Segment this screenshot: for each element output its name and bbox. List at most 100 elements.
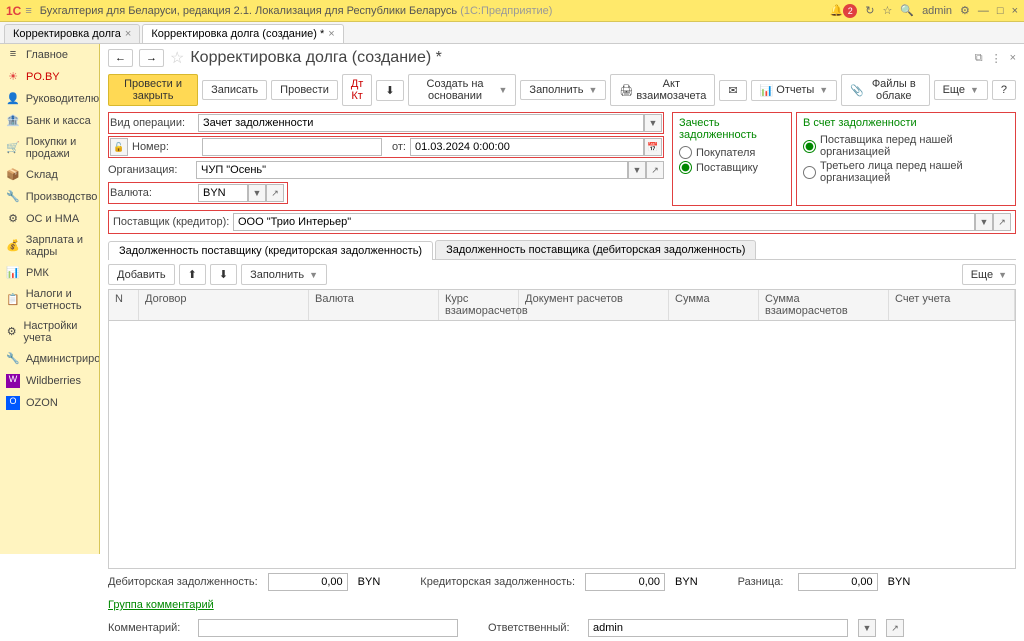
comment-group-link[interactable]: Группа комментарий [108, 599, 214, 611]
sidebar-item-wb[interactable]: WWildberries [0, 370, 99, 392]
sidebar-item-production[interactable]: 🔧Производство [0, 186, 99, 208]
sidebar-item-poby[interactable]: ☀PO.BY [0, 66, 99, 88]
sidebar-item-bank[interactable]: 🏦Банк и касса [0, 110, 99, 132]
reports-button[interactable]: 📊 Отчеты▼ [751, 80, 838, 101]
open-icon[interactable]: ↗ [646, 161, 664, 179]
dropdown-icon[interactable]: ▼ [858, 619, 876, 637]
creditor-input[interactable] [233, 213, 975, 231]
sidebar-item-admin[interactable]: 🔧Администрирование [0, 348, 99, 370]
radio-supplier-org[interactable]: Поставщика перед нашей организацией [803, 133, 1009, 159]
tab-close-icon[interactable]: × [328, 28, 334, 40]
act-button[interactable]: 🖨 Акт взаимозачета [610, 74, 715, 106]
diff-input[interactable] [798, 573, 878, 591]
radio-buyer[interactable]: Покупателя [679, 145, 785, 160]
debit-currency: BYN [358, 576, 381, 588]
user-label[interactable]: admin [922, 5, 952, 17]
debt-table: N Договор Валюта Курс взаиморасчетов Док… [108, 289, 1016, 569]
dt-button[interactable]: ДтКт [342, 74, 373, 106]
tab-close-icon[interactable]: × [125, 28, 131, 40]
sidebar-item-main[interactable]: ≡Главное [0, 44, 99, 66]
credit-input[interactable] [585, 573, 665, 591]
sidebar-item-salary[interactable]: 💰Зарплата и кадры [0, 230, 99, 262]
fill-table-button[interactable]: Заполнить▼ [241, 264, 327, 285]
tree-button[interactable]: ⬇ [376, 80, 403, 101]
subtab-creditor-debt[interactable]: Задолженность поставщику (кредиторская з… [108, 241, 433, 260]
currency-input[interactable] [198, 184, 248, 202]
responsible-input[interactable] [588, 619, 848, 637]
dropdown-icon[interactable]: ▼ [628, 161, 646, 179]
open-icon[interactable]: ↗ [993, 213, 1011, 231]
favorite-icon[interactable]: ☆ [882, 4, 892, 17]
menu-icon: ≡ [6, 48, 20, 62]
create-based-button[interactable]: Создать на основании▼ [408, 74, 517, 106]
col-currency[interactable]: Валюта [309, 290, 439, 320]
debit-input[interactable] [268, 573, 348, 591]
sidebar-item-assets[interactable]: ⚙ОС и НМА [0, 208, 99, 230]
post-close-button[interactable]: Провести и закрыть [108, 74, 198, 106]
number-input[interactable] [202, 138, 382, 156]
history-icon[interactable]: ↻ [865, 4, 874, 17]
open-icon[interactable]: ↗ [886, 619, 904, 637]
dropdown-icon[interactable]: ▼ [248, 184, 266, 202]
post-button[interactable]: Провести [271, 80, 338, 100]
open-icon[interactable]: ↗ [266, 184, 284, 202]
subtab-debitor-debt[interactable]: Задолженность поставщика (дебиторская за… [435, 240, 756, 259]
wb-icon: W [6, 374, 20, 388]
add-button[interactable]: Добавить [108, 264, 175, 285]
col-sum-rate[interactable]: Сумма взаиморасчетов [759, 290, 889, 320]
col-contract[interactable]: Договор [139, 290, 309, 320]
page-title: Корректировка долга (создание) * [190, 49, 442, 67]
cloud-files-button[interactable]: 📎 Файлы в облаке [841, 74, 929, 106]
comment-label: Комментарий: [108, 622, 188, 634]
close-icon[interactable]: × [1012, 5, 1018, 17]
fill-button[interactable]: Заполнить▼ [520, 80, 606, 100]
col-rate[interactable]: Курс взаиморасчетов [439, 290, 519, 320]
dropdown-icon[interactable]: ▼ [644, 114, 662, 132]
mail-button[interactable]: ✉ [719, 80, 746, 101]
radio-supplier[interactable]: Поставщику [679, 160, 785, 175]
table-body[interactable] [109, 321, 1015, 568]
col-doc[interactable]: Документ расчетов [519, 290, 669, 320]
col-account[interactable]: Счет учета [889, 290, 1015, 320]
titlebar: 1С ≡ Бухгалтерия для Беларуси, редакция … [0, 0, 1024, 22]
org-input[interactable] [196, 161, 628, 179]
date-input[interactable] [410, 138, 644, 156]
back-button[interactable]: ← [108, 49, 133, 67]
options-icon[interactable]: ⋮ [991, 52, 1002, 65]
sidebar-item-manager[interactable]: 👤Руководителю [0, 88, 99, 110]
sidebar-item-warehouse[interactable]: 📦Склад [0, 164, 99, 186]
currency-label: Валюта: [110, 187, 198, 199]
user-icon: 👤 [6, 92, 20, 106]
table-more-button[interactable]: Еще▼ [962, 264, 1016, 285]
save-button[interactable]: Записать [202, 80, 267, 100]
tab-1[interactable]: Корректировка долга (создание) *× [142, 24, 343, 43]
settings-icon[interactable]: ⚙ [960, 4, 970, 17]
comment-input[interactable] [198, 619, 458, 637]
sidebar-item-tax[interactable]: 📋Налоги и отчетность [0, 284, 99, 316]
move-up-button[interactable]: ⬆ [179, 264, 206, 285]
maximize-icon[interactable]: □ [997, 5, 1004, 17]
col-n[interactable]: N [109, 290, 139, 320]
sidebar-item-sales[interactable]: 🛒Покупки и продажи [0, 132, 99, 164]
sidebar-item-rmk[interactable]: 📊РМК [0, 262, 99, 284]
menu-icon[interactable]: ≡ [25, 5, 31, 17]
detach-icon[interactable]: ⧉ [975, 52, 983, 65]
calendar-icon[interactable]: 📅 [644, 138, 662, 156]
more-button[interactable]: Еще▼ [934, 80, 988, 100]
dropdown-icon[interactable]: ▼ [975, 213, 993, 231]
star-icon[interactable]: ☆ [170, 48, 184, 68]
move-down-button[interactable]: ⬇ [210, 264, 237, 285]
sidebar-item-settings[interactable]: ⚙Настройки учета [0, 316, 99, 348]
tab-0[interactable]: Корректировка долга× [4, 24, 140, 43]
help-button[interactable]: ? [992, 80, 1016, 100]
search-icon[interactable]: 🔍 [900, 4, 914, 17]
op-type-input[interactable] [198, 114, 644, 132]
col-sum[interactable]: Сумма [669, 290, 759, 320]
forward-button[interactable]: → [139, 49, 164, 67]
radio-third-party[interactable]: Третьего лица перед нашей организацией [803, 159, 1009, 185]
notification-icon[interactable]: 🔔2 [830, 4, 858, 18]
number-lock-icon[interactable]: 🔓 [110, 138, 128, 156]
close-page-icon[interactable]: × [1010, 52, 1016, 65]
sidebar-item-ozon[interactable]: OOZON [0, 392, 99, 414]
minimize-icon[interactable]: — [978, 5, 989, 17]
